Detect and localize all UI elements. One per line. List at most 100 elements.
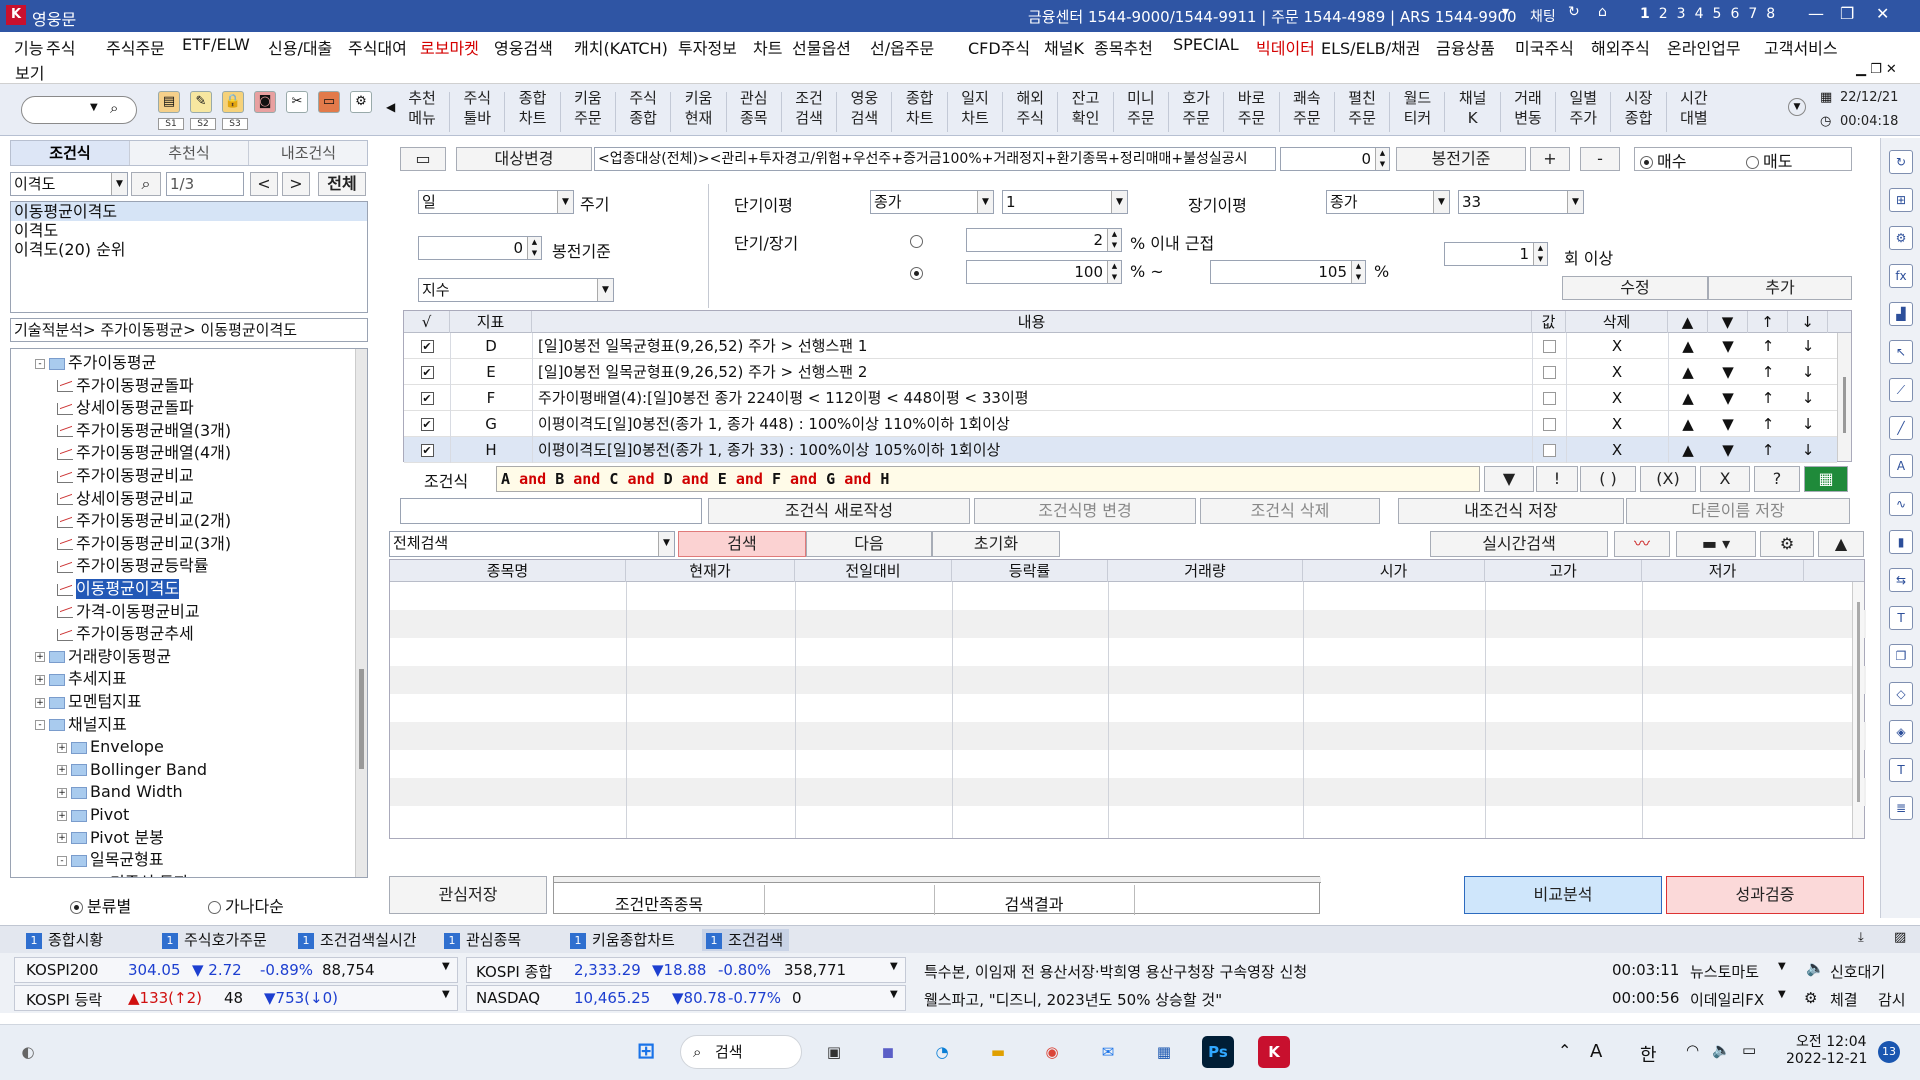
expand-icon[interactable]: + [57,810,67,821]
lock-icon[interactable]: 🔒 [222,91,244,113]
window-tab-1[interactable]: 1 주식호가주문 [158,929,273,951]
edit-button[interactable]: 수정 [1562,276,1708,300]
tree-node[interactable]: 가격-이동평균비교 [57,602,200,622]
range-to-input[interactable]: 105 ▲ ▼ [1210,260,1366,284]
radio-near[interactable] [910,232,927,250]
chat-icon[interactable]: ◼ [872,1036,904,1068]
result-col-5[interactable]: 시가 [1303,560,1485,582]
slot-S1[interactable]: S1 [158,118,184,130]
toolbar-item-10[interactable]: 일지 차트 [948,88,1002,134]
chart-icon[interactable]: 〰 [1614,531,1670,557]
grid-scrollbar[interactable] [1837,333,1851,461]
gear-icon[interactable]: ⚙ [1889,226,1913,250]
condition-row[interactable]: ✔ H 이평이격도[일]0봉전(종가 1, 종가 33) : 100%이상 105%… [404,437,1837,463]
next-result-button[interactable]: 다음 [806,531,932,557]
formula-field[interactable]: A and B and C and D and E and F and G an… [496,466,1480,492]
chart-icon[interactable]: ▟ [1889,302,1913,326]
search-button[interactable]: ⌕ [131,172,161,196]
ime-korean-label[interactable]: 한 [1640,1041,1657,1067]
move-down-icon[interactable]: ▼ [1708,385,1748,411]
tree-node[interactable]: 주가이동평균배열(4개) [57,443,231,463]
tree-node[interactable]: + 거래량이동평균 [35,647,171,667]
dropdown-arrow-icon[interactable]: ▼ [1778,961,1786,972]
page-selector[interactable]: 12345678 [1640,6,1784,22]
tree-node[interactable]: - 주가이동평균 [35,353,156,373]
move-up-icon[interactable]: ▲ [1668,359,1708,385]
bong-input[interactable]: 0 ▲ ▼ [418,236,542,260]
tab-search-results[interactable]: 검색결과 [934,891,1134,915]
sub-window-controls[interactable]: ▁ ❐ ✕ [1856,62,1897,77]
result-col-1[interactable]: 현재가 [626,560,795,582]
tree-node[interactable]: - 채널지표 [35,715,127,735]
candle-icon[interactable]: ▮ [1889,530,1913,554]
next-button[interactable]: > [282,172,310,196]
menu-item-15[interactable]: 종목추천 [1094,35,1153,59]
result-row[interactable] [390,750,1866,778]
condition-name-input[interactable] [400,498,702,524]
chevron-up-icon[interactable]: ⌃ [1558,1041,1571,1060]
close-icon[interactable]: ✕ [1876,4,1889,23]
minimize-icon[interactable]: — [1808,4,1824,23]
dropdown-arrow-icon[interactable]: ▼ [442,961,450,972]
text-icon[interactable]: T [1889,606,1913,630]
trend-line-icon[interactable]: ⟋ [1889,378,1913,402]
row-delete-button[interactable]: X [1566,411,1668,437]
move-down-icon[interactable]: ▼ [1708,333,1748,359]
speaker-icon[interactable]: 🔈 [1806,959,1825,977]
formula-button-1[interactable]: ! [1536,466,1578,492]
result-col-6[interactable]: 고가 [1485,560,1642,582]
rename-condition-button[interactable]: 조건식명 변경 [974,498,1196,524]
expand-icon[interactable]: + [57,833,67,844]
settings-icon[interactable]: ⚙ [1760,531,1814,557]
dropdown-arrow-icon[interactable]: ▼ [111,173,127,195]
result-scrollbar[interactable] [1852,582,1864,838]
tree-node[interactable]: + 추세지표 [35,669,127,689]
toolbar-item-17[interactable]: 펼친 주문 [1335,88,1389,134]
interest-save-button[interactable]: 관심저장 [389,876,547,914]
line-style-icon[interactable]: ▬ ▾ [1676,531,1756,557]
window-tab-4[interactable]: 1 키움종합차트 [566,929,681,951]
toolbar-item-13[interactable]: 미니 주문 [1114,88,1168,134]
toolbar-item-5[interactable]: 키움 현재 [672,88,726,134]
near-input[interactable]: 2 ▲ ▼ [966,228,1122,252]
scissors-icon[interactable]: ✂ [286,91,308,113]
performance-check-button[interactable]: 성과검증 [1666,876,1864,914]
os-clock-date[interactable]: 2022-12-21 [1786,1051,1867,1067]
spin-icon[interactable]: ▲ ▼ [527,237,541,259]
condition-row[interactable]: ✔ E [일]0봉전 일목균형표(9,26,52) 주가 > 선행스팬 2 X ▲ ▼ ↑ ↓ [404,359,1837,385]
bong-base-button[interactable]: 봉전기준 [1396,147,1526,171]
result-row[interactable] [390,610,1866,638]
result-scroll-thumb[interactable] [1857,602,1860,802]
search-icon[interactable]: ⌕ [110,99,118,117]
download-icon[interactable]: ⤓ [1858,930,1864,945]
toolbar-item-6[interactable]: 관심 종목 [727,88,781,134]
tree-node[interactable]: 상세이동평균돌파 [57,398,194,418]
short-ma-value-select[interactable]: 1 ▼ [1002,190,1128,214]
task-view-icon[interactable]: ▣ [818,1036,850,1068]
menu-item-10[interactable]: 차트 [753,35,782,59]
eraser-icon[interactable]: ◇ [1889,682,1913,706]
dropdown-arrow-icon[interactable]: ▼ [442,989,450,1000]
camera-icon[interactable]: ◙ [254,91,276,113]
menu-item-20[interactable]: 미국주식 [1515,35,1574,59]
expand-icon[interactable]: + [35,697,45,708]
times-input[interactable]: 1 ▲ ▼ [1444,242,1548,266]
dropdown-arrow-icon[interactable]: ▼ [1778,989,1786,1000]
news-headline-1[interactable]: 특수본, 이임재 전 용산서장·박희영 용산구청장 구속영장 신청 [924,961,1594,982]
menu-item-18[interactable]: ELS/ELB/채권 [1321,35,1420,59]
window-tab-5[interactable]: 1 조건검색 [702,929,790,951]
spin-icon[interactable]: ▲ ▼ [1107,261,1121,283]
expand-icon[interactable]: + [57,765,67,776]
menu-item-12[interactable]: 선/옵주문 [870,35,934,59]
tree-node[interactable]: 주가이동평균등락률 [57,556,208,576]
page-4[interactable]: 4 [1695,6,1713,22]
radio-range[interactable] [910,264,927,282]
mail-icon[interactable]: ✉ [1092,1036,1124,1068]
new-condition-button[interactable]: 조건식 새로작성 [708,498,970,524]
layout-icon[interactable]: ⊞ [1889,188,1913,212]
news-source-2[interactable]: 이데일리FX [1690,989,1764,1010]
formula-button-3[interactable]: (X) [1640,466,1696,492]
dropdown-arrow-icon[interactable]: ▼ [1111,191,1127,213]
dropdown-arrow-icon[interactable]: ▼ [890,989,898,1000]
dropdown-arrow-icon[interactable]: ▼ [90,102,98,113]
